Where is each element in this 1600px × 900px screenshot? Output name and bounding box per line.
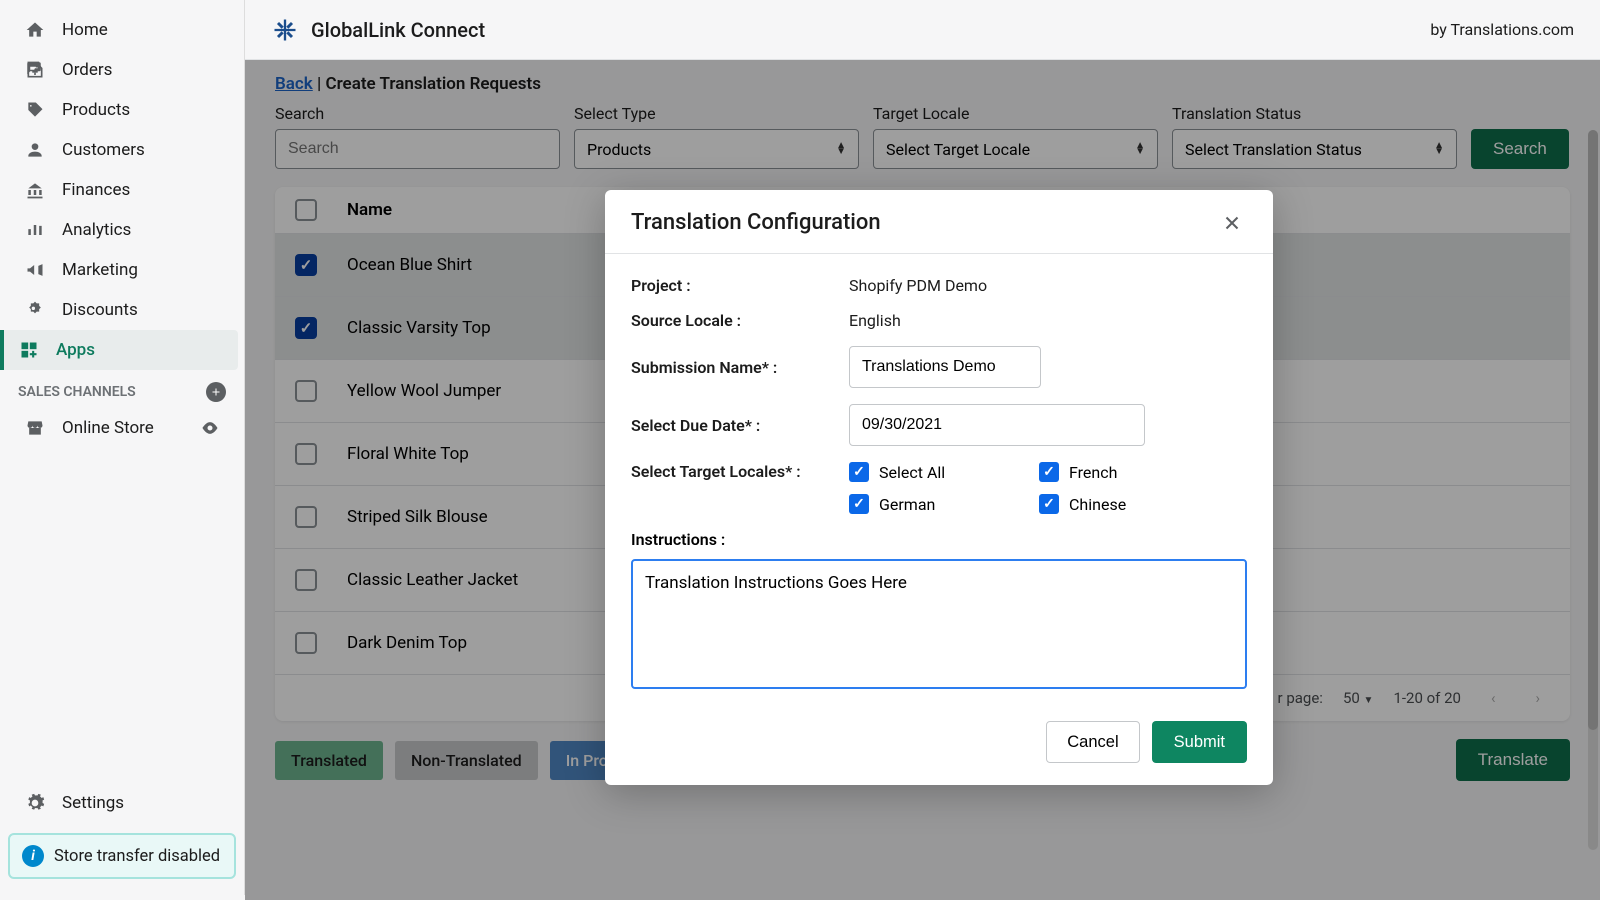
sidebar-label: Marketing xyxy=(62,260,138,280)
submission-name-label: Submission Name* : xyxy=(631,358,849,377)
sidebar-item-orders[interactable]: Orders xyxy=(6,50,238,90)
source-locale-label: Source Locale : xyxy=(631,311,849,330)
submission-name-input[interactable] xyxy=(849,346,1041,388)
store-transfer-pill: i Store transfer disabled xyxy=(8,833,236,879)
sidebar-label: Finances xyxy=(62,180,130,200)
sidebar-item-marketing[interactable]: Marketing xyxy=(6,250,238,290)
submit-button[interactable]: Submit xyxy=(1152,721,1247,763)
discount-icon xyxy=(24,299,46,321)
instructions-textarea[interactable] xyxy=(631,559,1247,689)
app-byline: by Translations.com xyxy=(1430,20,1574,39)
cancel-button[interactable]: Cancel xyxy=(1046,721,1139,763)
apps-icon xyxy=(18,339,40,361)
person-icon xyxy=(24,139,46,161)
info-icon: i xyxy=(22,845,44,867)
sidebar-label: Apps xyxy=(56,340,95,360)
due-date-input[interactable] xyxy=(849,404,1145,446)
sidebar-item-customers[interactable]: Customers xyxy=(6,130,238,170)
home-icon xyxy=(24,19,46,41)
chart-icon xyxy=(24,219,46,241)
checkbox-icon xyxy=(849,494,869,514)
sidebar-item-discounts[interactable]: Discounts xyxy=(6,290,238,330)
sidebar-item-settings[interactable]: Settings xyxy=(6,783,238,823)
sidebar-item-products[interactable]: Products xyxy=(6,90,238,130)
sidebar-section-sales-channels: SALES CHANNELS xyxy=(0,370,244,408)
sidebar-item-finances[interactable]: Finances xyxy=(6,170,238,210)
locale-chinese[interactable]: Chinese xyxy=(1039,494,1229,514)
due-date-label: Select Due Date* : xyxy=(631,416,849,435)
sidebar-label: Customers xyxy=(62,140,145,160)
app-title: GlobalLink Connect xyxy=(311,18,485,42)
locale-select-all[interactable]: Select All xyxy=(849,462,1039,482)
sidebar-item-online-store[interactable]: Online Store xyxy=(6,408,238,448)
translation-config-modal: Translation Configuration Project : Shop… xyxy=(605,190,1273,785)
target-locales-label: Select Target Locales* : xyxy=(631,462,849,481)
checkbox-icon xyxy=(849,462,869,482)
gear-icon xyxy=(24,792,46,814)
modal-close-button[interactable] xyxy=(1217,212,1247,234)
instructions-label: Instructions : xyxy=(631,530,1247,549)
sidebar-label: Online Store xyxy=(62,418,154,438)
megaphone-icon xyxy=(24,259,46,281)
app-logo-icon xyxy=(271,16,299,44)
sidebar-label: Home xyxy=(62,20,108,40)
store-icon xyxy=(24,417,46,439)
locale-french[interactable]: French xyxy=(1039,462,1229,482)
sidebar-item-home[interactable]: Home xyxy=(6,10,238,50)
sidebar-label: Discounts xyxy=(62,300,138,320)
sidebar-item-analytics[interactable]: Analytics xyxy=(6,210,238,250)
orders-icon xyxy=(24,59,46,81)
project-label: Project : xyxy=(631,276,849,295)
sidebar-item-apps[interactable]: Apps xyxy=(0,330,238,370)
sidebar-label: Analytics xyxy=(62,220,131,240)
modal-title: Translation Configuration xyxy=(631,210,881,235)
locale-german[interactable]: German xyxy=(849,494,1039,514)
sidebar-label: Settings xyxy=(62,793,124,813)
project-value: Shopify PDM Demo xyxy=(849,276,987,295)
add-channel-button[interactable] xyxy=(206,382,226,402)
checkbox-icon xyxy=(1039,462,1059,482)
sidebar-label: Products xyxy=(62,100,130,120)
checkbox-icon xyxy=(1039,494,1059,514)
sidebar: Home Orders Products Customers Finances … xyxy=(0,0,245,895)
bank-icon xyxy=(24,179,46,201)
tag-icon xyxy=(24,99,46,121)
sidebar-label: Orders xyxy=(62,60,112,80)
eye-icon[interactable] xyxy=(200,418,220,438)
app-header: GlobalLink Connect by Translations.com xyxy=(245,0,1600,60)
source-locale-value: English xyxy=(849,311,901,330)
